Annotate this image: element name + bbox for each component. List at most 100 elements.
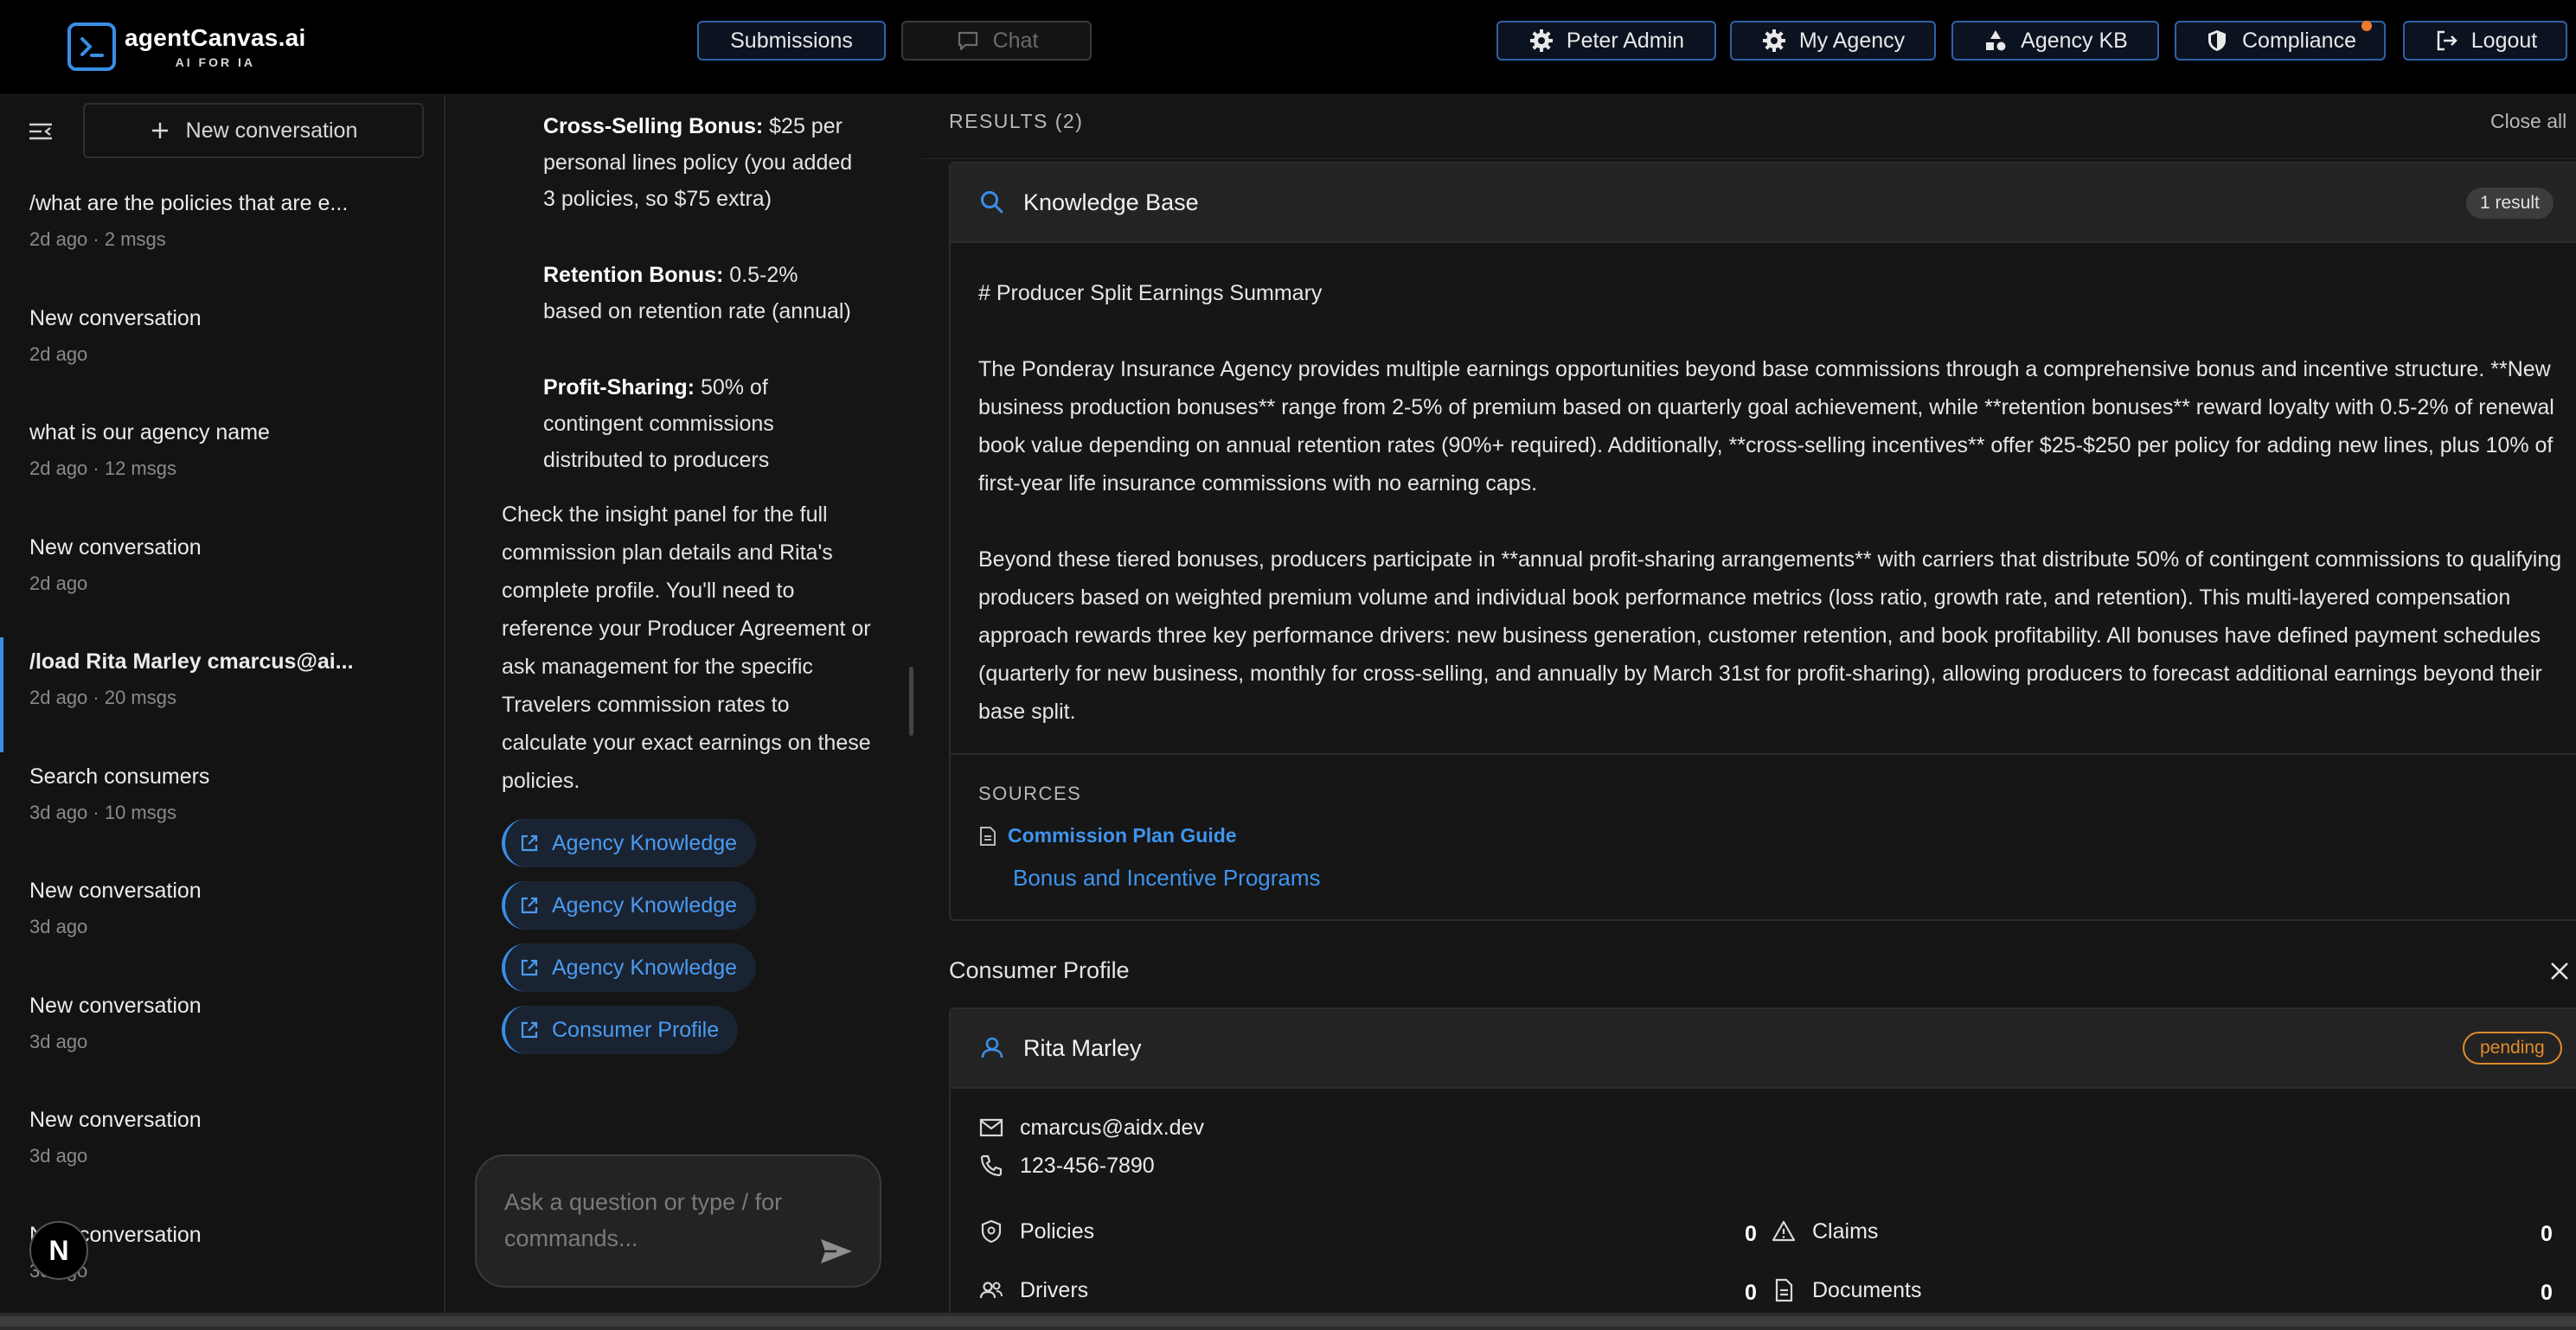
chip-label: Agency Knowledge	[552, 955, 738, 980]
knowledge-base-content: # Producer Split Earnings Summary The Po…	[951, 243, 2576, 731]
sources-section: SOURCES Commission Plan Guide Bonus and …	[951, 753, 2576, 918]
bullet-label: Retention Bonus:	[543, 263, 724, 287]
chat-bullet: Retention Bonus: 0.5-2% based on retenti…	[543, 257, 855, 329]
compliance-button[interactable]: Compliance	[2175, 21, 2386, 61]
send-icon	[821, 1239, 852, 1263]
conversation-sidebar: New conversation /what are the policies …	[0, 96, 445, 1313]
drivers-stat[interactable]: Drivers	[978, 1277, 1088, 1303]
app-name: agentCanvas.ai	[125, 24, 306, 51]
close-icon[interactable]	[2547, 959, 2572, 983]
shield-icon	[981, 1219, 1002, 1244]
conversation-item-active[interactable]: /load Rita Marley cmarcus@ai... 2d ago ·…	[0, 637, 444, 752]
chip-label: Agency Knowledge	[552, 830, 738, 855]
app-logo[interactable]: agentCanvas.ai AI FOR IA	[67, 21, 306, 73]
consumer-profile-chip[interactable]: Consumer Profile	[502, 1006, 739, 1054]
chat-button[interactable]: Chat	[901, 21, 1092, 61]
horizontal-scrollbar[interactable]	[0, 1313, 2576, 1330]
documents-stat[interactable]: Documents	[1771, 1277, 1921, 1303]
conversation-meta: 2d ago · 12 msgs	[29, 457, 176, 479]
send-button[interactable]	[817, 1234, 855, 1269]
conversation-item[interactable]: New conversation 3d ago	[0, 866, 444, 982]
sidebar-toggle-icon[interactable]	[26, 117, 61, 151]
notification-dot	[2361, 21, 2372, 31]
conversation-title: Search consumers	[29, 764, 210, 789]
assistant-message: Check the insight panel for the full com…	[502, 502, 871, 793]
conversation-item[interactable]: New conversation 3d ago	[0, 982, 444, 1097]
knowledge-base-title: Knowledge Base	[1023, 189, 1199, 215]
conversation-title: New conversation	[29, 305, 202, 330]
conversation-meta: 3d ago	[29, 916, 88, 937]
agency-kb-label: Agency KB	[2021, 28, 2128, 53]
people-icon	[979, 1282, 1003, 1299]
conversation-title: /load Rita Marley cmarcus@ai...	[29, 649, 354, 674]
admin-button[interactable]: Peter Admin	[1496, 21, 1716, 61]
conversation-item[interactable]: New conversation 2d ago	[0, 294, 444, 409]
drivers-count: 0	[1745, 1281, 1757, 1305]
knowledge-base-header[interactable]: Knowledge Base 1 result	[951, 163, 2576, 243]
agency-kb-button[interactable]: Agency KB	[1951, 21, 2159, 61]
bullet-label: Cross-Selling Bonus:	[543, 114, 764, 138]
document-icon	[980, 826, 996, 846]
policies-label: Policies	[1020, 1218, 1095, 1244]
conversation-meta: 2d ago	[29, 572, 88, 594]
new-conversation-button[interactable]: New conversation	[83, 103, 424, 158]
user-avatar[interactable]: N	[29, 1221, 88, 1280]
conversation-meta: 3d ago	[29, 1145, 88, 1167]
source-title: Commission Plan Guide	[1008, 824, 1237, 847]
conversation-item[interactable]: what is our agency name 2d ago · 12 msgs	[0, 408, 444, 523]
close-all-button[interactable]: Close all	[2490, 110, 2566, 133]
logout-button[interactable]: Logout	[2403, 21, 2567, 61]
terminal-icon	[67, 22, 116, 71]
consumer-profile-title: Consumer Profile	[949, 957, 1130, 983]
divider	[921, 158, 2576, 159]
conversation-meta: 3d ago	[29, 1260, 414, 1282]
gear-icon	[1529, 29, 1553, 52]
policies-stat[interactable]: Policies	[978, 1218, 1094, 1244]
sources-label: SOURCES	[978, 783, 1082, 804]
external-link-icon	[521, 959, 538, 976]
knowledge-base-card: Knowledge Base 1 result # Producer Split…	[949, 162, 2576, 921]
consumer-phone: 123-456-7890	[1020, 1153, 1155, 1178]
consumer-profile-card: Rita Marley pending	[949, 1007, 2576, 1313]
mail-icon	[979, 1118, 1003, 1137]
chip-label: Consumer Profile	[552, 1017, 720, 1042]
results-header: RESULTS (2)	[949, 110, 1084, 132]
kb-paragraph: The Ponderay Insurance Agency provides m…	[978, 357, 2554, 496]
external-link-icon	[521, 897, 538, 914]
result-count-badge: 1 result	[2466, 188, 2554, 219]
conversation-title: New conversation	[29, 993, 202, 1018]
conversation-item[interactable]: /what are the policies that are e... 2d …	[0, 179, 444, 294]
logout-label: Logout	[2470, 28, 2538, 53]
my-agency-button[interactable]: My Agency	[1730, 21, 1936, 61]
shapes-icon	[1986, 30, 2006, 51]
documents-count: 0	[2541, 1281, 2553, 1305]
agency-knowledge-chip[interactable]: Agency Knowledge	[502, 819, 757, 867]
conversation-title: New conversation	[29, 879, 202, 903]
kb-heading: # Producer Split Earnings Summary	[978, 281, 1323, 305]
agency-knowledge-chip[interactable]: Agency Knowledge	[502, 881, 757, 930]
chip-label: Agency Knowledge	[552, 892, 738, 918]
conversation-item[interactable]: New conversation 3d ago	[0, 1096, 444, 1211]
chat-input[interactable]	[504, 1184, 790, 1262]
conversation-title: /what are the policies that are e...	[29, 191, 349, 215]
consumer-name: Rita Marley	[1023, 1034, 1142, 1061]
claims-stat[interactable]: Claims	[1771, 1218, 1878, 1244]
external-link-icon	[521, 1021, 538, 1039]
policies-count: 0	[1745, 1222, 1757, 1246]
chat-scrollbar[interactable]	[909, 667, 913, 736]
scrollbar-thumb[interactable]	[0, 1316, 2576, 1327]
kb-paragraph: Beyond these tiered bonuses, producers p…	[978, 547, 2562, 724]
conversation-title: New conversation	[29, 534, 202, 559]
agency-knowledge-chip[interactable]: Agency Knowledge	[502, 943, 757, 992]
submissions-button[interactable]: Submissions	[697, 21, 886, 61]
conversation-item[interactable]: Search consumers 3d ago · 10 msgs	[0, 752, 444, 867]
consumer-header[interactable]: Rita Marley pending	[951, 1009, 2576, 1089]
conversation-title: what is our agency name	[29, 420, 270, 444]
shield-icon	[2208, 30, 2226, 51]
source-section-link[interactable]: Bonus and Incentive Programs	[1013, 865, 2563, 892]
avatar-letter: N	[48, 1234, 69, 1266]
drivers-label: Drivers	[1020, 1277, 1089, 1302]
source-link[interactable]: Commission Plan Guide	[978, 824, 2563, 847]
conversation-item[interactable]: New conversation 2d ago	[0, 523, 444, 638]
documents-label: Documents	[1812, 1277, 1922, 1302]
